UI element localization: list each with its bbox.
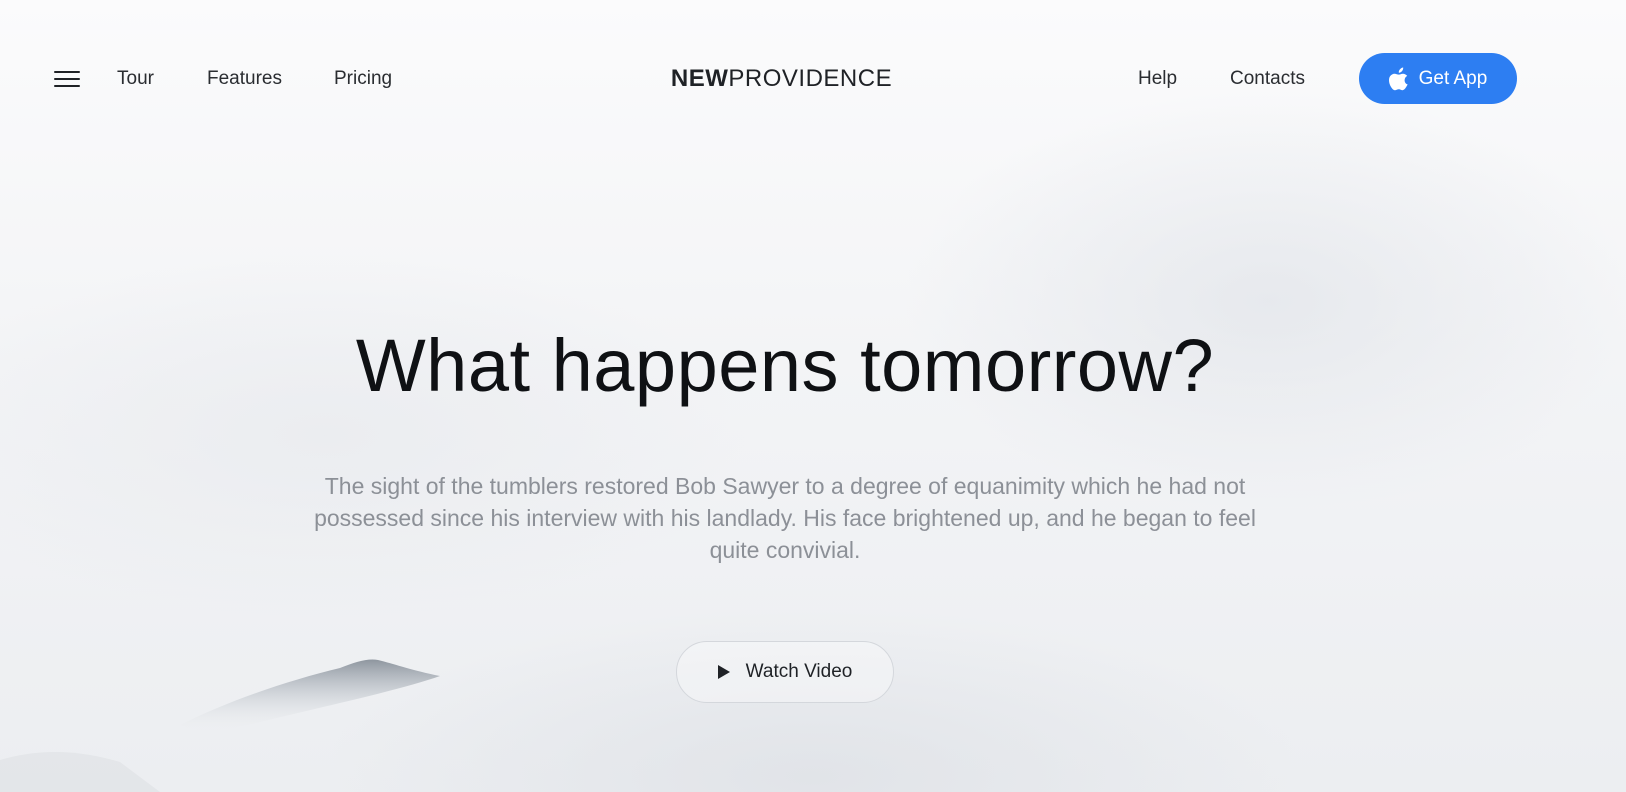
hero-headline: What happens tomorrow? [355, 324, 1215, 407]
get-app-button[interactable]: Get App [1359, 53, 1517, 104]
logo-light-part: PROVIDENCE [728, 65, 893, 92]
apple-icon [1388, 67, 1408, 90]
nav-link-help[interactable]: Help [1138, 66, 1177, 92]
get-app-label: Get App [1418, 67, 1488, 89]
nav-link-contacts[interactable]: Contacts [1230, 66, 1305, 92]
hero-lead-text: The sight of the tumblers restored Bob S… [314, 473, 1256, 563]
brand-logo[interactable]: NEWPROVIDENCE [0, 64, 1563, 94]
logo-bold-part: NEW [670, 65, 729, 92]
watch-video-label: Watch Video [745, 661, 853, 682]
play-icon [717, 665, 730, 679]
watch-video-button[interactable]: Watch Video [676, 641, 894, 703]
top-navigation: Tour Features Pricing NEWPROVIDENCE Help… [0, 0, 1626, 160]
